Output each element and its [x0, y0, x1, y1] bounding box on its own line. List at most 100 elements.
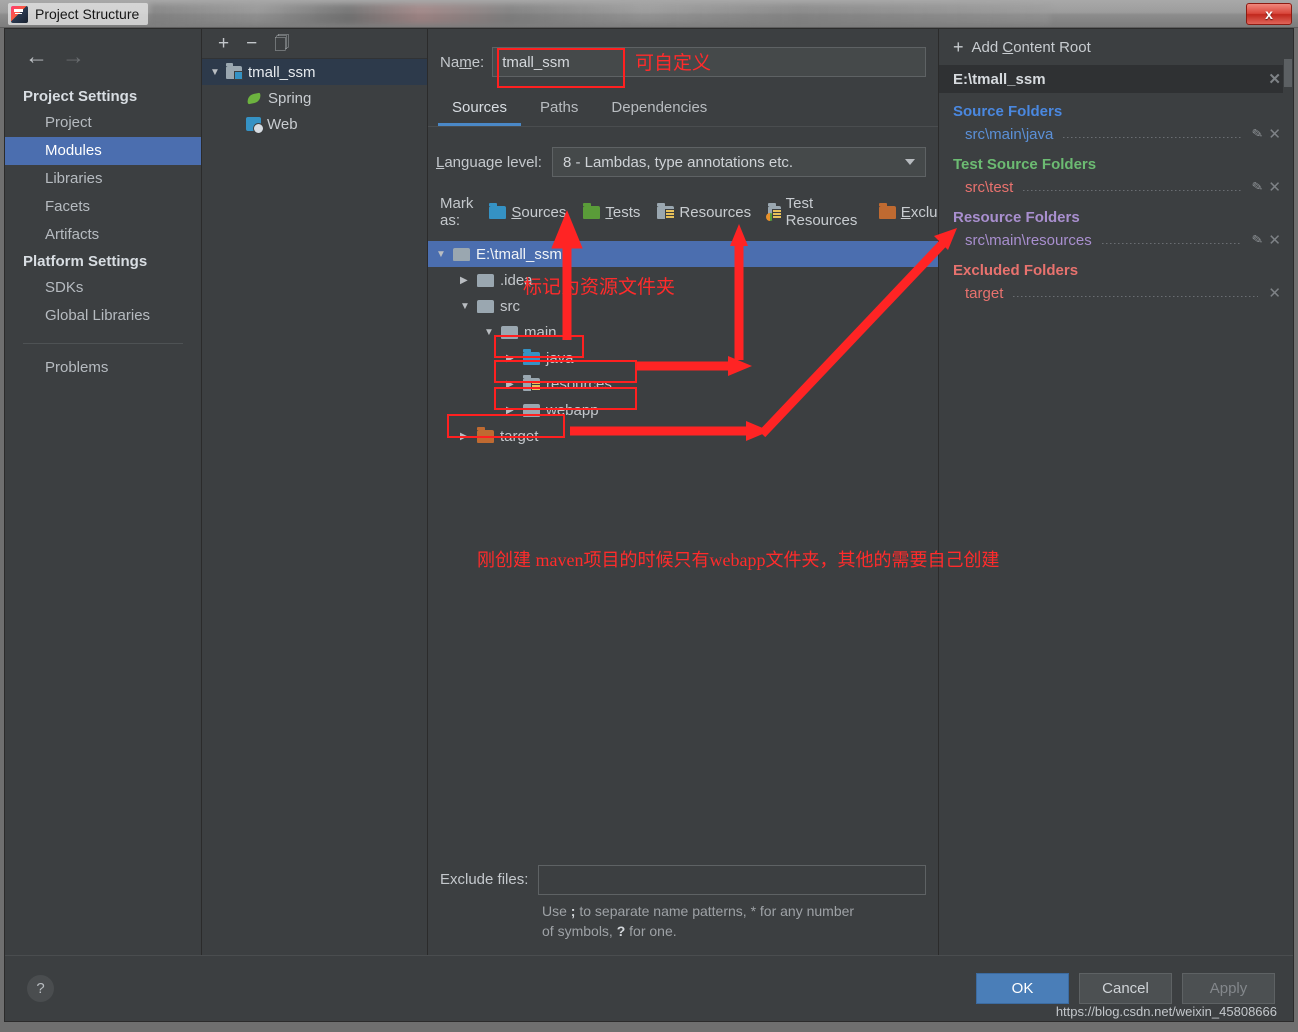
tree-row-webapp[interactable]: ▶ webapp: [428, 397, 938, 423]
content-root-header: E:\tmall_ssm ✕: [939, 65, 1293, 93]
folder-icon: [453, 247, 470, 261]
close-icon[interactable]: ✕: [1268, 178, 1281, 196]
close-window-button[interactable]: x: [1246, 3, 1292, 25]
pencil-icon[interactable]: ✎: [1250, 231, 1264, 249]
tree-label-idea: .idea: [500, 271, 533, 289]
close-icon[interactable]: ✕: [1268, 284, 1281, 302]
folder-icon: [501, 325, 518, 339]
sidebar-group-platform-settings: Platform Settings: [23, 253, 148, 270]
apply-button[interactable]: Apply: [1182, 973, 1275, 1004]
pencil-icon[interactable]: ✎: [1250, 178, 1264, 196]
mark-as-test-resources-button[interactable]: Test Resources: [766, 195, 862, 229]
hint-part-4: for one.: [625, 923, 677, 939]
module-tree-row-tmall-ssm[interactable]: ▼ tmall_ssm: [202, 59, 427, 85]
ok-button[interactable]: OK: [976, 973, 1069, 1004]
right-panel-scrollbar[interactable]: [1283, 59, 1293, 955]
sidebar-item-project[interactable]: Project: [5, 109, 201, 137]
mark-as-tests-label: Tests: [605, 203, 641, 221]
mark-as-sources-button[interactable]: Sources: [489, 202, 566, 221]
tree-label-content-root: E:\tmall_ssm: [476, 245, 562, 263]
sidebar-item-facets[interactable]: Facets: [5, 193, 201, 221]
module-editor-panel: Name: Sources Paths Dependencies Languag…: [428, 29, 963, 955]
tree-label-target: target: [500, 427, 539, 445]
chevron-right-icon[interactable]: ▶: [460, 275, 471, 286]
os-title-bar: Project Structure x: [0, 0, 1298, 28]
source-folders-title: Source Folders: [953, 103, 1063, 120]
source-folder-entry[interactable]: src\main\java ✎ ✕: [953, 122, 1293, 146]
facet-label-web: Web: [267, 115, 298, 133]
tree-row-content-root[interactable]: ▼ E:\tmall_ssm: [428, 241, 938, 267]
test-source-folder-entry[interactable]: src\test ✎ ✕: [953, 175, 1293, 199]
nav-arrow-group: ← →: [5, 41, 201, 84]
tree-label-java: java: [546, 349, 574, 367]
chevron-right-icon[interactable]: ▶: [460, 431, 471, 442]
remove-module-icon[interactable]: −: [246, 34, 257, 53]
chevron-down-icon[interactable]: [905, 159, 915, 165]
dialog-body: ← → Project Settings Project Modules Lib…: [5, 29, 1293, 955]
tree-row-src[interactable]: ▼ src: [428, 293, 938, 319]
pencil-icon[interactable]: ✎: [1250, 125, 1264, 143]
module-tree-row-spring[interactable]: Spring: [202, 85, 427, 111]
language-level-select[interactable]: 8 - Lambdas, type annotations etc.: [551, 147, 926, 177]
tree-label-main: main: [524, 323, 557, 341]
sidebar-item-global-libraries[interactable]: Global Libraries: [5, 302, 201, 330]
close-icon[interactable]: ✕: [1268, 231, 1281, 249]
sidebar-item-libraries[interactable]: Libraries: [5, 165, 201, 193]
excluded-folder-icon: [477, 426, 494, 443]
chevron-right-icon[interactable]: ▶: [506, 405, 517, 416]
chevron-down-icon[interactable]: ▼: [460, 301, 471, 312]
tab-paths[interactable]: Paths: [526, 95, 592, 126]
tree-row-idea[interactable]: ▶ .idea: [428, 267, 938, 293]
forward-arrow-icon[interactable]: →: [62, 45, 85, 68]
window-title: Project Structure: [35, 6, 140, 22]
exclude-files-row: Exclude files:: [440, 865, 926, 895]
tree-row-resources[interactable]: ▶ resources: [428, 371, 938, 397]
mark-as-resources-button[interactable]: Resources: [657, 202, 751, 221]
folder-icon: [477, 273, 494, 287]
exclude-files-block: Exclude files: Use ; to separate name pa…: [428, 865, 938, 955]
add-content-root-button[interactable]: + Add Content Root: [939, 29, 1293, 65]
sidebar-item-sdks[interactable]: SDKs: [5, 274, 201, 302]
mark-as-tests-button[interactable]: Tests: [583, 202, 641, 221]
excluded-folder-entry[interactable]: target ✕: [953, 281, 1293, 305]
close-icon[interactable]: ✕: [1268, 70, 1281, 88]
chevron-down-icon[interactable]: ▼: [210, 67, 220, 78]
add-module-icon[interactable]: +: [218, 34, 229, 53]
module-icon: [226, 62, 243, 80]
intellij-idea-logo-icon: [11, 5, 28, 23]
tree-row-java[interactable]: ▶ java: [428, 345, 938, 371]
sidebar-item-modules[interactable]: Modules: [5, 137, 201, 165]
resource-folder-entry[interactable]: src\main\resources ✎ ✕: [953, 228, 1293, 252]
language-level-value: 8 - Lambdas, type annotations etc.: [562, 153, 794, 171]
tab-sources[interactable]: Sources: [438, 95, 522, 126]
help-button[interactable]: ?: [27, 975, 54, 1002]
chevron-right-icon[interactable]: ▶: [506, 353, 517, 364]
tree-row-target[interactable]: ▶ target: [428, 423, 938, 449]
chevron-right-icon[interactable]: ▶: [506, 379, 517, 390]
close-icon[interactable]: ✕: [1268, 125, 1281, 143]
back-arrow-icon[interactable]: ←: [25, 45, 48, 68]
chevron-down-icon[interactable]: ▼: [484, 327, 495, 338]
module-label: tmall_ssm: [248, 63, 316, 81]
tree-row-main[interactable]: ▼ main: [428, 319, 938, 345]
resource-folders-group: Resource Folders src\main\resources ✎ ✕: [939, 199, 1293, 252]
content-root-path: E:\tmall_ssm: [953, 70, 1046, 88]
module-tree-row-web[interactable]: Web: [202, 111, 427, 137]
sidebar-item-artifacts[interactable]: Artifacts: [5, 221, 201, 249]
source-folder-path: src\main\java: [965, 125, 1054, 143]
mark-as-row: Mark as: Sources Tests Resources Test Re…: [428, 177, 963, 241]
exclude-files-label: Exclude files:: [440, 871, 529, 888]
cancel-button[interactable]: Cancel: [1079, 973, 1172, 1004]
scrollbar-thumb[interactable]: [1284, 59, 1292, 87]
mark-as-test-resources-label: Test Resources: [785, 195, 858, 229]
module-name-input[interactable]: [492, 47, 926, 77]
exclude-files-input[interactable]: [538, 865, 926, 895]
copy-module-icon[interactable]: 🗍: [274, 36, 289, 51]
sidebar-item-problems[interactable]: Problems: [5, 354, 201, 382]
tree-label-webapp: webapp: [546, 401, 599, 419]
language-level-label: Language level:: [436, 153, 542, 171]
exclude-files-hint: Use ; to separate name patterns, * for a…: [440, 895, 860, 941]
chevron-down-icon[interactable]: ▼: [436, 249, 447, 260]
resource-folder-path: src\main\resources: [965, 231, 1092, 249]
tab-dependencies[interactable]: Dependencies: [597, 95, 721, 126]
